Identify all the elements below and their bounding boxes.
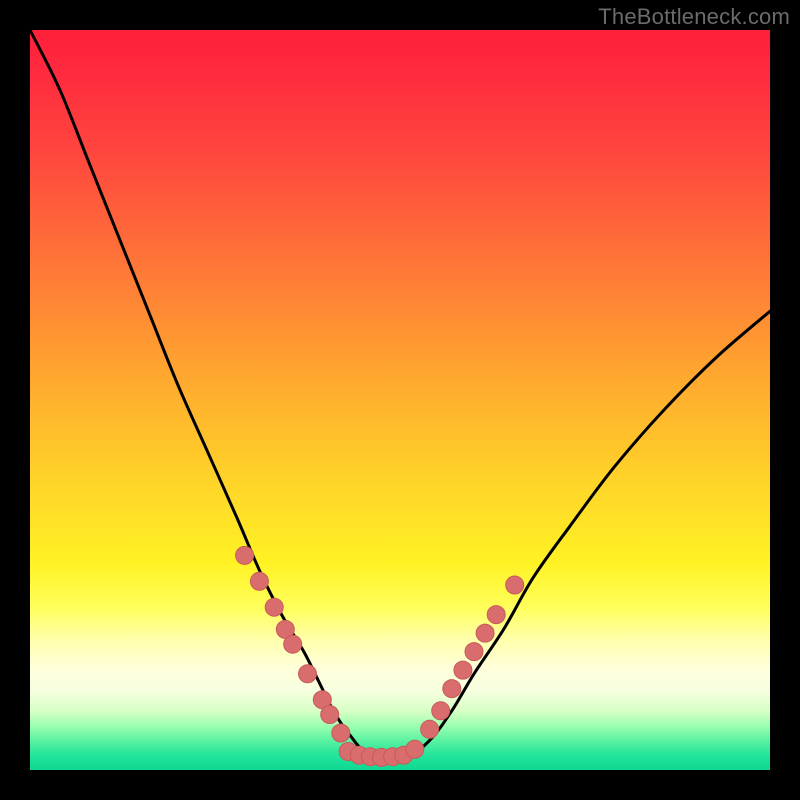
- curve-marker: [284, 635, 302, 653]
- plot-area: [30, 30, 770, 770]
- watermark-text: TheBottleneck.com: [598, 4, 790, 30]
- curve-marker: [443, 680, 461, 698]
- curve-marker: [321, 706, 339, 724]
- curve-marker: [506, 576, 524, 594]
- curve-marker: [299, 665, 317, 683]
- curve-marker: [265, 598, 283, 616]
- curve-marker: [406, 740, 424, 758]
- curve-marker: [432, 702, 450, 720]
- curve-marker: [454, 661, 472, 679]
- curve-marker: [236, 546, 254, 564]
- chart-stage: TheBottleneck.com: [0, 0, 800, 800]
- curve-svg: [30, 30, 770, 770]
- curve-marker: [332, 724, 350, 742]
- bottleneck-curve: [30, 30, 770, 758]
- curve-marker: [250, 572, 268, 590]
- curve-markers: [236, 546, 524, 766]
- curve-marker: [487, 606, 505, 624]
- curve-marker: [465, 643, 483, 661]
- curve-marker: [421, 720, 439, 738]
- curve-marker: [476, 624, 494, 642]
